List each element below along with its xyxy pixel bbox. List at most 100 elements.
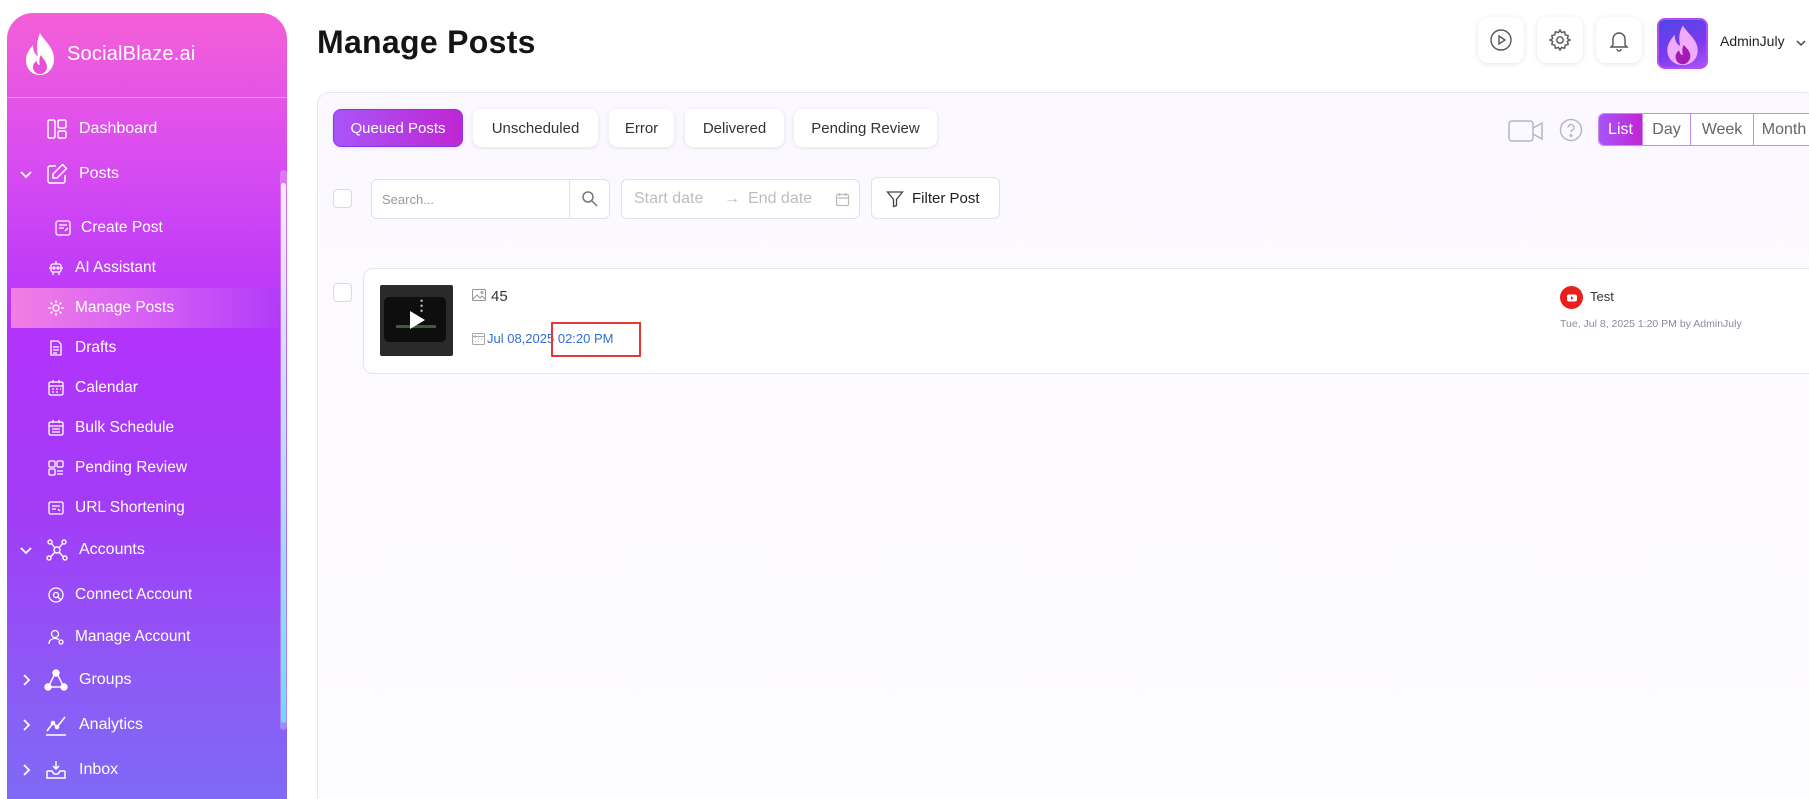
search-box [371, 179, 610, 219]
view-month-button[interactable]: Month [1754, 114, 1809, 145]
ai-assistant-icon [49, 261, 63, 275]
sidebar-item-url-shortening[interactable]: URL Shortening [7, 488, 279, 528]
bell-icon [1609, 32, 1629, 52]
sidebar-item-label: Drafts [75, 339, 117, 356]
sidebar-item-label: Groups [79, 671, 132, 688]
image-icon [472, 289, 486, 301]
chevron-right-icon [23, 719, 31, 731]
dashboard-icon [47, 119, 67, 139]
tab-error[interactable]: Error [609, 109, 674, 147]
create-post-icon [55, 220, 71, 236]
filter-icon [886, 191, 904, 208]
sidebar-item-label: AI Assistant [75, 259, 156, 276]
sidebar-item-manage-posts[interactable]: Manage Posts [11, 288, 279, 328]
date-range-arrow: → [724, 190, 740, 207]
sidebar-scrollbar-thumb[interactable] [281, 183, 286, 723]
video-tutorial-button[interactable] [1478, 17, 1524, 63]
chevron-down-icon [20, 547, 32, 555]
sidebar-item-connect-account[interactable]: Connect Account [7, 575, 279, 615]
account-name: Test [1590, 289, 1614, 304]
sidebar-item-pending-review[interactable]: Pending Review [7, 448, 279, 488]
groups-icon [44, 669, 68, 691]
settings-button[interactable] [1537, 17, 1583, 63]
sidebar-item-create-post[interactable]: Create Post [7, 208, 279, 248]
sidebar-item-label: Dashboard [79, 120, 158, 137]
view-list-button[interactable]: List [1599, 114, 1643, 145]
view-day-button[interactable]: Day [1643, 114, 1691, 145]
bulk-schedule-icon [48, 420, 64, 436]
tab-delivered[interactable]: Delivered [685, 109, 784, 147]
analytics-icon [46, 716, 66, 736]
gear-icon [1548, 28, 1572, 52]
avatar[interactable] [1657, 18, 1708, 69]
sidebar-item-label: Calendar [75, 379, 138, 396]
sidebar-item-label: URL Shortening [75, 499, 185, 516]
sidebar-item-label: Accounts [79, 541, 145, 558]
sidebar-item-ai-assistant[interactable]: AI Assistant [7, 248, 279, 288]
sidebar-item-inbox[interactable]: Inbox [7, 750, 279, 790]
manage-account-icon [48, 629, 64, 645]
tab-pending-review[interactable]: Pending Review [794, 109, 937, 147]
sidebar-item-label: Analytics [79, 716, 144, 733]
sidebar-item-label: Manage Account [75, 628, 191, 645]
video-camera-icon[interactable] [1508, 118, 1544, 144]
filter-post-button[interactable]: Filter Post [871, 177, 1000, 219]
sidebar-item-label: Pending Review [75, 459, 188, 476]
manage-posts-icon [48, 300, 64, 316]
calendar-icon [472, 333, 485, 345]
sidebar-item-bulk-schedule[interactable]: Bulk Schedule [7, 408, 279, 448]
post-meta: Tue, Jul 8, 2025 1:20 PM by AdminJuly [1560, 318, 1742, 330]
flame-logo-icon [26, 33, 54, 75]
start-date-field[interactable]: Start date [634, 190, 703, 208]
highlight-box [551, 322, 641, 357]
sidebar-item-dashboard[interactable]: Dashboard [7, 109, 279, 149]
view-switcher: List Day Week Month [1598, 113, 1809, 146]
accounts-icon [46, 539, 68, 561]
sidebar-item-posts[interactable]: Posts [7, 154, 279, 194]
sidebar-item-calendar[interactable]: Calendar [7, 368, 279, 408]
youtube-icon [1560, 286, 1583, 309]
notifications-button[interactable] [1596, 17, 1642, 63]
tab-unscheduled[interactable]: Unscheduled [473, 109, 598, 147]
chevron-down-icon[interactable] [1795, 37, 1807, 49]
user-name[interactable]: AdminJuly [1720, 33, 1785, 49]
post-thumbnail[interactable]: • • • [380, 285, 453, 356]
logo-divider [7, 97, 287, 98]
sidebar-item-label: Create Post [81, 219, 163, 236]
posts-icon [47, 163, 68, 184]
app-name: SocialBlaze.ai [67, 42, 196, 65]
chevron-right-icon [23, 764, 31, 776]
search-button[interactable] [569, 180, 610, 218]
filter-post-label: Filter Post [912, 190, 980, 207]
sidebar-item-drafts[interactable]: Drafts [7, 328, 279, 368]
youtube-play-icon [1566, 294, 1577, 301]
tab-queued-posts[interactable]: Queued Posts [333, 109, 463, 147]
select-all-checkbox[interactable] [333, 189, 352, 208]
view-week-button[interactable]: Week [1691, 114, 1754, 145]
date-range-picker[interactable]: Start date → End date [621, 179, 860, 219]
sidebar-item-label: Posts [79, 165, 120, 182]
flame-avatar-icon [1667, 25, 1698, 66]
sidebar-item-analytics[interactable]: Analytics [7, 705, 279, 745]
connect-account-icon [48, 587, 64, 603]
search-input[interactable] [372, 180, 569, 218]
sidebar-item-label: Inbox [79, 761, 119, 778]
url-shortening-icon [48, 501, 64, 515]
sidebar-item-manage-account[interactable]: Manage Account [7, 617, 279, 657]
inbox-icon [46, 761, 66, 779]
help-icon[interactable] [1559, 118, 1583, 142]
post-checkbox[interactable] [333, 283, 352, 302]
pending-review-icon [48, 460, 64, 476]
sidebar-item-groups[interactable]: Groups [7, 660, 279, 700]
sidebar-item-label: Connect Account [75, 586, 193, 603]
search-icon [582, 191, 598, 207]
sidebar-item-accounts[interactable]: Accounts [7, 530, 279, 570]
end-date-field[interactable]: End date [748, 190, 812, 208]
drafts-icon [50, 340, 62, 356]
sidebar: SocialBlaze.ai Dashboard Posts Create Po… [7, 13, 287, 799]
sidebar-item-label: Bulk Schedule [75, 419, 175, 436]
sidebar-item-label: Manage Posts [75, 299, 175, 316]
logo[interactable]: SocialBlaze.ai [21, 31, 195, 77]
chevron-right-icon [23, 674, 31, 686]
chevron-down-icon [20, 171, 32, 179]
